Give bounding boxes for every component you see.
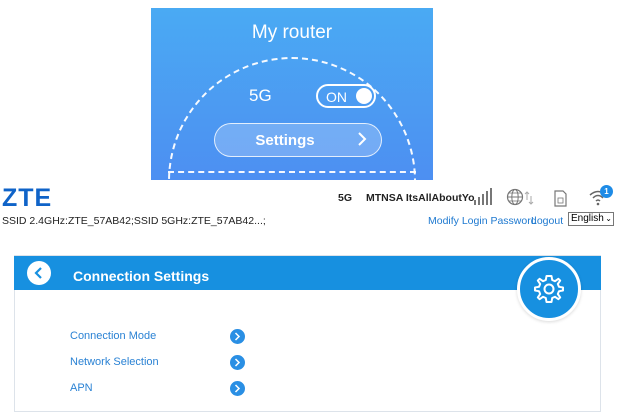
network-type: 5G <box>338 192 353 204</box>
menu-item-apn[interactable]: APN <box>70 382 93 394</box>
globe-icon <box>506 188 536 213</box>
band-label: 5G <box>249 86 272 105</box>
apn-arrow-button[interactable] <box>230 381 245 396</box>
ssid-text: SSID 2.4GHz:ZTE_57AB42;SSID 5GHz:ZTE_57A… <box>2 215 266 227</box>
sim-icon <box>554 190 567 212</box>
wifi-clients-badge: 1 <box>600 185 613 198</box>
page-title: Connection Settings <box>73 268 210 284</box>
language-value: English <box>571 213 604 224</box>
router-arc-decoration <box>168 57 416 180</box>
toggle-knob <box>356 88 372 104</box>
menu-item-connection-mode[interactable]: Connection Mode <box>70 330 156 342</box>
chevron-right-icon <box>357 131 367 151</box>
chevron-right-icon <box>234 358 241 367</box>
language-select[interactable]: English ⌄ <box>568 212 614 226</box>
back-button[interactable] <box>27 261 51 285</box>
router-title: My router <box>251 22 333 43</box>
network-selection-arrow-button[interactable] <box>230 355 245 370</box>
toggle-label: ON <box>326 89 347 105</box>
chevron-down-icon: ⌄ <box>605 214 612 223</box>
settings-gear-badge <box>517 257 581 321</box>
settings-button[interactable]: Settings <box>214 123 382 157</box>
chevron-right-icon <box>234 384 241 393</box>
logout-link[interactable]: Logout <box>531 215 563 227</box>
connection-mode-arrow-button[interactable] <box>230 329 245 344</box>
chevron-left-icon <box>34 267 42 279</box>
router-card: My router 5G ON Settings <box>151 8 433 180</box>
zte-logo: ZTE <box>2 184 53 212</box>
router-base-decoration <box>168 171 416 173</box>
menu-item-network-selection[interactable]: Network Selection <box>70 356 159 368</box>
chevron-right-icon <box>234 332 241 341</box>
operator-name: MTNSA ItsAllAboutYo <box>366 192 475 204</box>
band-toggle[interactable]: ON <box>316 84 376 108</box>
signal-icon <box>472 188 492 211</box>
gear-icon <box>534 275 564 303</box>
modify-login-password-link[interactable]: Modify Login Password <box>428 215 537 227</box>
